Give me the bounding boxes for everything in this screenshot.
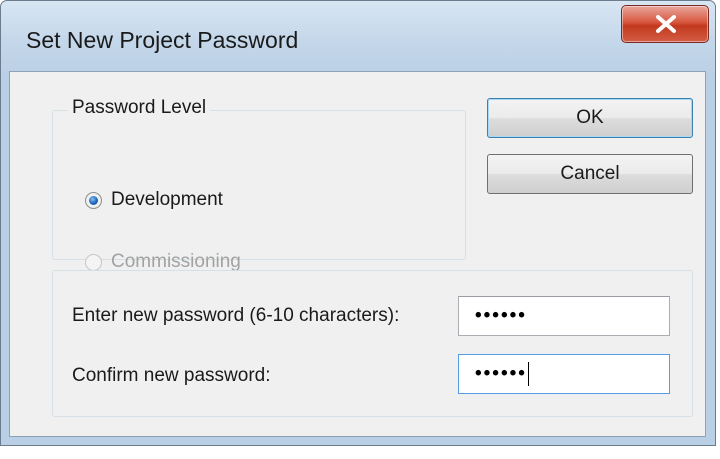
ok-button[interactable]: OK xyxy=(487,98,693,138)
confirm-password-label: Confirm new password: xyxy=(72,365,271,386)
text-caret xyxy=(527,361,529,386)
close-x-icon xyxy=(656,15,676,33)
cancel-button[interactable]: Cancel xyxy=(487,154,693,194)
dialog-client-area: Password Level Development Commissioning… xyxy=(9,71,706,437)
window-title: Set New Project Password xyxy=(26,27,299,53)
confirm-password-field[interactable]: •••••• xyxy=(458,354,670,394)
radio-development[interactable]: Development xyxy=(85,187,223,213)
password-entry-group xyxy=(52,270,693,417)
title-bar[interactable]: Set New Project Password xyxy=(1,1,715,79)
new-password-field[interactable]: •••••• xyxy=(458,296,670,336)
radio-development-label[interactable]: Development xyxy=(111,189,223,211)
confirm-password-value: •••••• xyxy=(475,363,527,384)
password-level-group: Password Level Development Commissioning xyxy=(52,97,466,272)
new-password-label: Enter new password (6-10 characters): xyxy=(72,305,400,326)
password-level-caption: Password Level xyxy=(68,97,211,119)
new-password-value: •••••• xyxy=(475,305,527,326)
close-button[interactable] xyxy=(621,5,709,43)
radio-commissioning-indicator xyxy=(85,253,102,271)
radio-development-indicator[interactable] xyxy=(85,191,102,209)
dialog-window: Set New Project Password Password Level … xyxy=(0,0,716,446)
